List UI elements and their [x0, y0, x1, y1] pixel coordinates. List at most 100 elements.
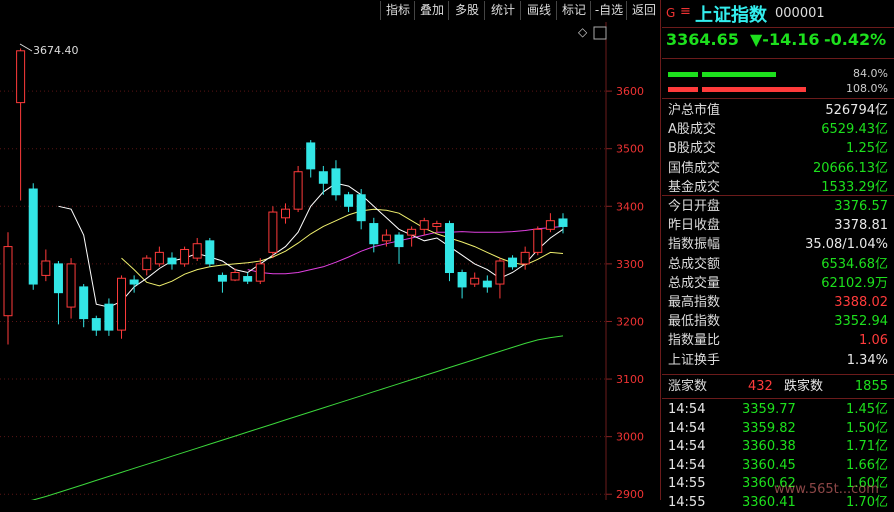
stat-row: 指数振幅 35.08/1.04%	[662, 235, 894, 254]
stock-header: G ≡ 上证指数 000001	[662, 0, 894, 26]
y-axis-tick-label: 2900	[616, 488, 644, 500]
toolbar-back-button[interactable]: 返回	[626, 1, 661, 20]
candle-body	[217, 274, 227, 282]
stat-row: B股成交 1.25亿	[662, 139, 894, 158]
stock-name: 上证指数	[695, 5, 767, 26]
stat-row: 上证换手 1.34%	[662, 351, 894, 370]
candle-body	[356, 194, 366, 222]
candle-body	[28, 188, 38, 285]
separator	[662, 374, 894, 375]
candle-down	[217, 272, 227, 293]
candle-down	[508, 255, 518, 270]
candle-body	[117, 277, 127, 331]
sell-bar-large	[702, 87, 806, 92]
candle-body	[419, 220, 429, 230]
stat-row: 总成交量 62102.9万	[662, 274, 894, 293]
menu-icon[interactable]: ≡	[680, 4, 691, 19]
candle-body	[470, 277, 480, 285]
y-axis-tick-label: 3600	[616, 85, 644, 98]
rise-count-value: 432	[748, 379, 773, 394]
stat-label: 总成交额	[668, 256, 721, 272]
candle-body	[53, 263, 63, 294]
stat-label: 基金成交	[668, 179, 721, 195]
high-annotation: 3674.40	[33, 44, 79, 57]
stat-row: 总成交额 6534.68亿	[662, 255, 894, 274]
toolbar-watchlist-button[interactable]: -自选	[590, 1, 627, 20]
candle-body	[66, 263, 76, 308]
stat-row: 指数量比 1.06	[662, 331, 894, 350]
tick-vol: 1.66亿	[846, 457, 888, 473]
candle-body	[293, 171, 303, 210]
candle-up	[154, 246, 164, 267]
candle-up	[3, 232, 13, 345]
stat-value: 6529.43亿	[821, 122, 888, 138]
stat-value: 1.06	[859, 333, 888, 349]
toolbar-multi-stock-button[interactable]: 多股	[448, 1, 485, 20]
tick-row: 14:54 3359.77 1.45亿	[662, 401, 894, 419]
tick-price: 3360.45	[742, 457, 796, 473]
candle-body	[306, 142, 316, 170]
candle-body	[41, 260, 51, 276]
stat-value: 62102.9万	[821, 275, 888, 291]
fall-count-label: 跌家数	[784, 379, 824, 394]
stat-row: 沪总市值 526794亿	[662, 101, 894, 120]
candle-up	[533, 226, 543, 256]
window-toggle-icon[interactable]	[593, 26, 607, 40]
stat-label: 最低指数	[668, 314, 721, 330]
toolbar-statistics-button[interactable]: 统计	[484, 1, 521, 20]
toolbar-draw-line-button[interactable]: 画线	[520, 1, 557, 20]
stat-label: A股成交	[668, 122, 716, 138]
candle-down	[482, 275, 492, 293]
candle-body	[205, 240, 215, 265]
toolbar-overlay-button[interactable]: 叠加	[414, 1, 449, 20]
tick-price: 3359.77	[742, 402, 796, 417]
toolbar-mark-button[interactable]: 标记	[556, 1, 591, 20]
stat-row: 昨日收盘 3378.81	[662, 216, 894, 235]
candle-up	[41, 249, 51, 282]
stat-value: 1.34%	[846, 352, 888, 368]
stat-value: 1533.29亿	[821, 179, 888, 195]
candle-body	[16, 50, 26, 104]
toolbar-indicator-button[interactable]: 指标	[380, 1, 415, 20]
stat-value: 20666.13亿	[812, 160, 888, 176]
separator	[662, 398, 894, 399]
candle-body	[154, 251, 164, 265]
tick-time: 14:54	[668, 439, 706, 454]
candle-down	[331, 160, 341, 201]
separator	[662, 195, 894, 196]
buy-bar-small	[668, 72, 698, 77]
separator	[662, 98, 894, 99]
stat-value: 3376.57	[834, 199, 888, 214]
group-marker: G	[666, 6, 676, 20]
diamond-icon[interactable]: ◇	[578, 25, 588, 39]
stat-value: 3378.81	[834, 218, 888, 234]
candle-body	[545, 220, 555, 230]
candle-up	[117, 275, 127, 339]
stat-label: B股成交	[668, 141, 716, 157]
tick-row: 14:54 3359.82 1.50亿	[662, 420, 894, 438]
candle-body	[268, 211, 278, 253]
tick-vol: 1.50亿	[846, 420, 888, 436]
tick-time: 14:54	[668, 457, 706, 473]
candle-body	[407, 228, 417, 236]
candle-down	[394, 232, 404, 264]
candle-down	[53, 261, 63, 325]
candle-body	[79, 286, 89, 320]
stat-row: 最高指数 3388.02	[662, 293, 894, 312]
y-axis-tick-label: 3300	[616, 258, 644, 271]
candlestick-chart[interactable]: 3600 3500 3400 3300 3200 3100 3000 2900 3674.40…	[0, 22, 660, 500]
stat-value: 3388.02	[834, 295, 888, 310]
moving-average-lines	[30, 182, 564, 500]
y-axis-tick-label: 3200	[616, 315, 644, 328]
stat-row: 最低指数 3352.94	[662, 312, 894, 331]
stat-label: 上证换手	[668, 352, 721, 368]
stat-label: 总成交量	[668, 275, 721, 291]
candle-body	[394, 234, 404, 248]
candle-body	[558, 218, 568, 227]
tick-time: 14:55	[668, 476, 706, 491]
y-axis-tick-label: 3500	[616, 143, 644, 156]
candle-body	[432, 223, 442, 227]
candle-body	[369, 223, 379, 245]
panel-divider	[660, 0, 661, 500]
y-axis-tick-label: 3400	[616, 200, 644, 213]
